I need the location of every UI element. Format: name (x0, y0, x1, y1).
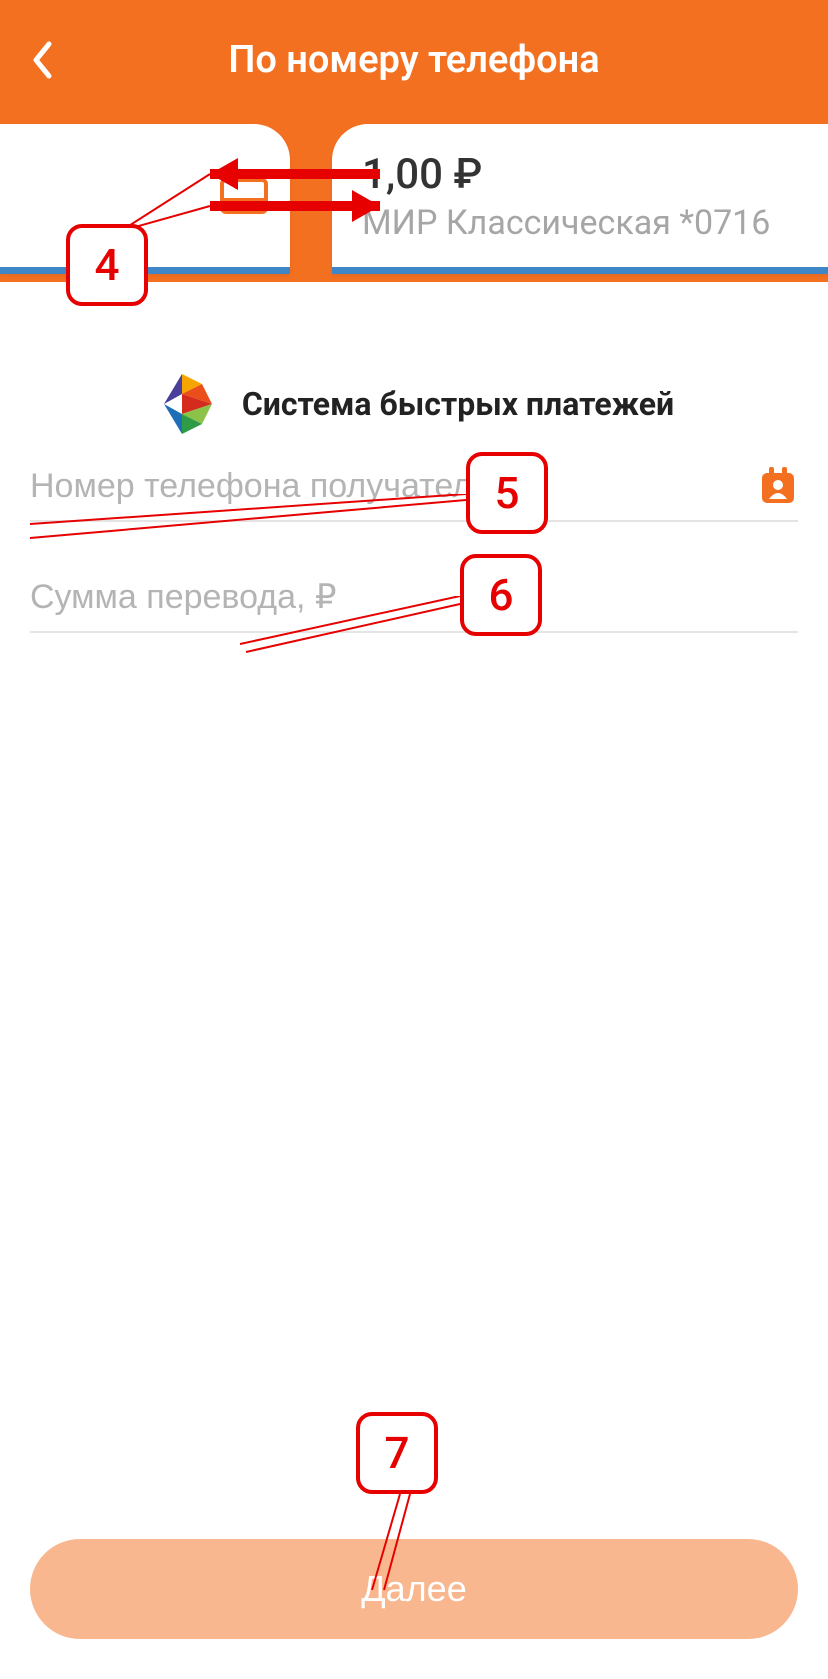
amount-field[interactable] (30, 552, 798, 633)
card-selector[interactable]: 1,00 ₽ МИР Классическая *0716 (0, 120, 828, 282)
card-balance: 1,00 ₽ (362, 150, 828, 199)
sbp-row: Система быстрых платежей (0, 368, 828, 440)
page-title: По номеру телефона (0, 38, 828, 82)
contacts-button[interactable] (758, 466, 798, 506)
card-name: МИР Классическая *0716 (362, 203, 828, 243)
header: По номеру телефона (0, 0, 828, 120)
back-button[interactable] (20, 38, 64, 82)
callout-7: 7 (356, 1412, 438, 1494)
card-icon (220, 178, 268, 214)
card-current[interactable]: 1,00 ₽ МИР Классическая *0716 (332, 124, 828, 274)
next-button[interactable]: Далее (30, 1539, 798, 1639)
contacts-icon (761, 467, 795, 505)
phone-input[interactable] (30, 467, 758, 506)
phone-field[interactable] (30, 440, 798, 522)
card-prev[interactable] (0, 124, 290, 274)
amount-input[interactable] (30, 578, 798, 617)
sbp-label: Система быстрых платежей (242, 385, 674, 423)
next-button-label: Далее (361, 1568, 466, 1610)
sbp-logo-icon (154, 368, 216, 440)
chevron-left-icon (31, 41, 53, 79)
